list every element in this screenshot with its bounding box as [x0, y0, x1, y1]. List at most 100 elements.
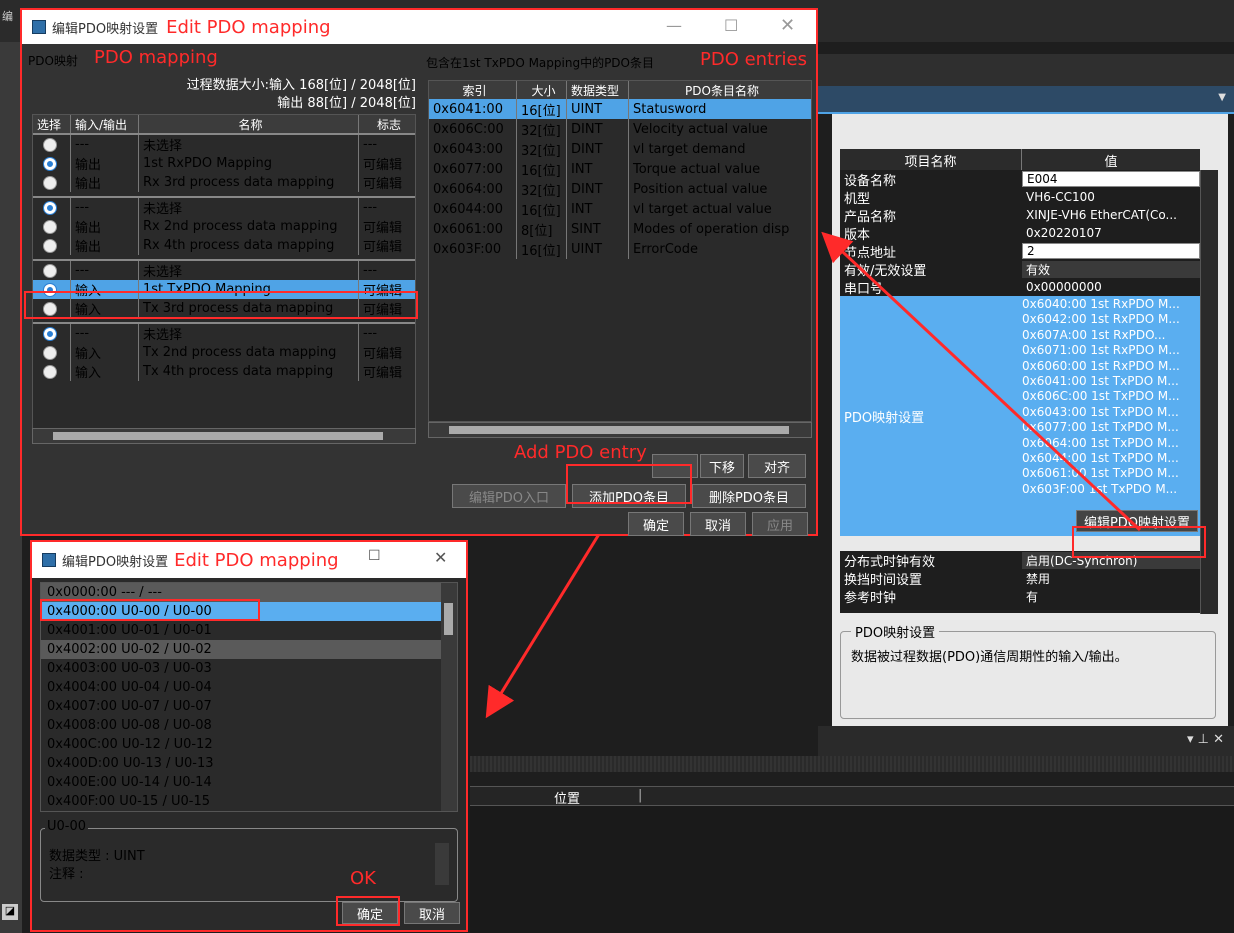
radio-button[interactable] — [43, 219, 57, 234]
select-cell[interactable] — [33, 198, 71, 217]
object-item[interactable]: 0x400F:00 U0-15 / U0-15 — [41, 792, 441, 811]
pdo-mapping-row[interactable]: --- 未选择 --- — [33, 198, 415, 217]
entry-index: 0x6061:00 — [429, 219, 517, 239]
entry-size: 32[位] — [517, 119, 567, 139]
select-cell[interactable] — [33, 135, 71, 154]
pdo-entry-row[interactable]: 0x6061:00 8[位] SINT Modes of operation disp — [429, 219, 811, 239]
entry-name: ErrorCode — [633, 241, 698, 257]
right-hscroll-thumb[interactable] — [449, 426, 789, 434]
pdo-mapping-row[interactable]: 输出 Rx 3rd process data mapping 可编辑 — [33, 173, 415, 192]
apply-button[interactable]: 应用 — [752, 512, 808, 536]
select-cell[interactable] — [33, 324, 71, 343]
object-item[interactable]: 0x4002:00 U0-02 / U0-02 — [41, 640, 441, 659]
main-dialog: 编辑PDO映射设置 Edit PDO mapping — ☐ ✕ PDO映射 P… — [20, 8, 818, 536]
object-item[interactable]: 0x0000:00 --- / --- — [41, 583, 441, 602]
radio-button[interactable] — [43, 301, 57, 316]
entry-index: 0x6077:00 — [429, 159, 517, 179]
radio-button[interactable] — [43, 326, 57, 341]
radio-button[interactable] — [43, 263, 57, 278]
radio-button[interactable] — [43, 156, 57, 171]
object-list-scrollbar[interactable] — [441, 583, 457, 811]
main-dialog-title: 编辑PDO映射设置 — [52, 21, 159, 37]
radio-button[interactable] — [43, 200, 57, 215]
radio-button[interactable] — [43, 364, 57, 379]
object-list-scroll-thumb[interactable] — [444, 603, 453, 635]
pdo-mapping-row[interactable]: --- 未选择 --- — [33, 135, 415, 154]
radio-button[interactable] — [43, 137, 57, 152]
select-cell[interactable] — [33, 299, 71, 318]
object-item[interactable]: 0x4008:00 U0-08 / U0-08 — [41, 716, 441, 735]
flag-cell: --- — [363, 326, 378, 341]
name-cell: Tx 2nd process data mapping — [139, 343, 359, 362]
detail-scrollbar[interactable] — [435, 843, 449, 885]
pdo-mapping-row[interactable]: 输入 Tx 3rd process data mapping 可编辑 — [33, 299, 415, 318]
close-icon[interactable]: ✕ — [780, 15, 795, 36]
entry-type: DINT — [567, 179, 629, 199]
move-down-button[interactable]: 下移 — [700, 454, 744, 478]
sub-cancel-button[interactable]: 取消 — [404, 902, 460, 924]
sub-dialog-title: 编辑PDO映射设置 — [62, 554, 169, 570]
object-item[interactable]: 0x4007:00 U0-07 / U0-07 — [41, 697, 441, 716]
pdo-mapping-row[interactable]: --- 未选择 --- — [33, 261, 415, 280]
io-cell: --- — [71, 198, 139, 217]
left-hscroll-thumb[interactable] — [53, 432, 383, 440]
select-cell[interactable] — [33, 217, 71, 236]
pdo-mapping-row[interactable]: 输出 Rx 4th process data mapping 可编辑 — [33, 236, 415, 255]
pdo-mapping-row[interactable]: 输入 1st TxPDO Mapping 可编辑 — [33, 280, 415, 299]
radio-button[interactable] — [43, 175, 57, 190]
object-item[interactable]: 0x4001:00 U0-01 / U0-01 — [41, 621, 441, 640]
object-item[interactable]: 0x400D:00 U0-13 / U0-13 — [41, 754, 441, 773]
pdo-entry-row[interactable]: 0x6043:00 32[位] DINT vl target demand — [429, 139, 811, 159]
entry-type: INT — [567, 159, 629, 179]
pdo-mapping-row[interactable]: --- 未选择 --- — [33, 324, 415, 343]
radio-button[interactable] — [43, 282, 57, 297]
cancel-button[interactable]: 取消 — [690, 512, 746, 536]
add-pdo-entry-button[interactable]: 添加PDO条目 — [572, 484, 686, 508]
pdo-entry-row[interactable]: 0x6077:00 16[位] INT Torque actual value — [429, 159, 811, 179]
maximize-icon[interactable]: ☐ — [368, 548, 381, 564]
radio-button[interactable] — [43, 238, 57, 253]
select-cell[interactable] — [33, 173, 71, 192]
select-cell[interactable] — [33, 280, 71, 299]
entry-index: 0x6043:00 — [429, 139, 517, 159]
align-button[interactable]: 对齐 — [748, 454, 806, 478]
select-cell[interactable] — [33, 154, 71, 173]
entry-size: 8[位] — [517, 219, 567, 239]
close-icon[interactable]: ✕ — [434, 548, 447, 567]
maximize-icon[interactable]: ☐ — [724, 16, 738, 35]
left-hscrollbar[interactable] — [32, 428, 416, 444]
pdo-mapping-annotation: PDO mapping — [94, 47, 218, 68]
pdo-mapping-row[interactable]: 输入 Tx 4th process data mapping 可编辑 — [33, 362, 415, 381]
pdo-mapping-row[interactable]: 输出 1st RxPDO Mapping 可编辑 — [33, 154, 415, 173]
ok-button[interactable]: 确定 — [628, 512, 684, 536]
radio-button[interactable] — [43, 345, 57, 360]
pdo-entry-row[interactable]: 0x6064:00 32[位] DINT Position actual value — [429, 179, 811, 199]
select-cell[interactable] — [33, 261, 71, 280]
flag-cell: 可编辑 — [363, 284, 403, 299]
pdo-entry-row[interactable]: 0x6044:00 16[位] INT vl target actual value — [429, 199, 811, 219]
name-cell: 未选择 — [139, 135, 359, 154]
entry-size: 16[位] — [517, 239, 567, 259]
select-cell[interactable] — [33, 343, 71, 362]
object-item[interactable]: 0x400C:00 U0-12 / U0-12 — [41, 735, 441, 754]
pdo-mapping-row[interactable]: 输入 Tx 2nd process data mapping 可编辑 — [33, 343, 415, 362]
object-item[interactable]: 0x4000:00 U0-00 / U0-00 — [41, 602, 441, 621]
io-cell: 输入 — [71, 280, 139, 299]
edit-pdo-entry-button[interactable]: 编辑PDO入口 — [452, 484, 566, 508]
pdo-entries-annotation: PDO entries — [700, 49, 807, 70]
object-item[interactable]: 0x4004:00 U0-04 / U0-04 — [41, 678, 441, 697]
sub-ok-button[interactable]: 确定 — [342, 902, 398, 924]
object-item[interactable]: 0x400E:00 U0-14 / U0-14 — [41, 773, 441, 792]
pdo-mapping-row[interactable]: 输出 Rx 2nd process data mapping 可编辑 — [33, 217, 415, 236]
select-cell[interactable] — [33, 236, 71, 255]
delete-pdo-entry-button[interactable]: 删除PDO条目 — [692, 484, 806, 508]
object-item[interactable]: 0x4003:00 U0-03 / U0-03 — [41, 659, 441, 678]
move-up-button[interactable] — [652, 454, 698, 478]
right-hscrollbar[interactable] — [428, 422, 812, 438]
select-cell[interactable] — [33, 362, 71, 381]
minimize-icon[interactable]: — — [666, 16, 682, 35]
entry-index: 0x6041:00 — [429, 99, 517, 119]
pdo-entry-row[interactable]: 0x603F:00 16[位] UINT ErrorCode — [429, 239, 811, 259]
pdo-entry-row[interactable]: 0x6041:00 16[位] UINT Statusword — [429, 99, 811, 119]
pdo-entry-row[interactable]: 0x606C:00 32[位] DINT Velocity actual value — [429, 119, 811, 139]
